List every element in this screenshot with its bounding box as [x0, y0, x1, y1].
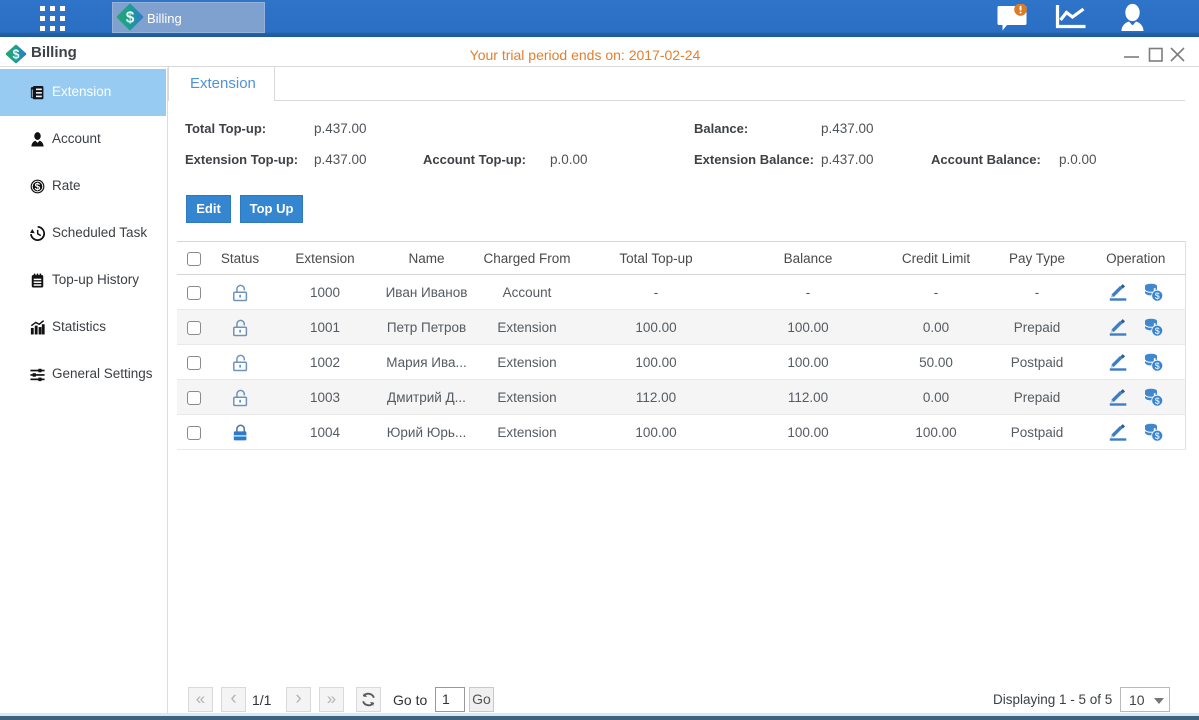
svg-text:$: $	[1155, 326, 1160, 336]
svg-text:$: $	[35, 182, 41, 193]
svg-text:$: $	[1155, 291, 1160, 301]
svg-text:$: $	[1155, 361, 1160, 371]
svg-text:$: $	[13, 47, 20, 61]
svg-text:$: $	[1155, 431, 1160, 441]
svg-text:$: $	[1155, 396, 1160, 406]
svg-text:$: $	[126, 10, 135, 27]
